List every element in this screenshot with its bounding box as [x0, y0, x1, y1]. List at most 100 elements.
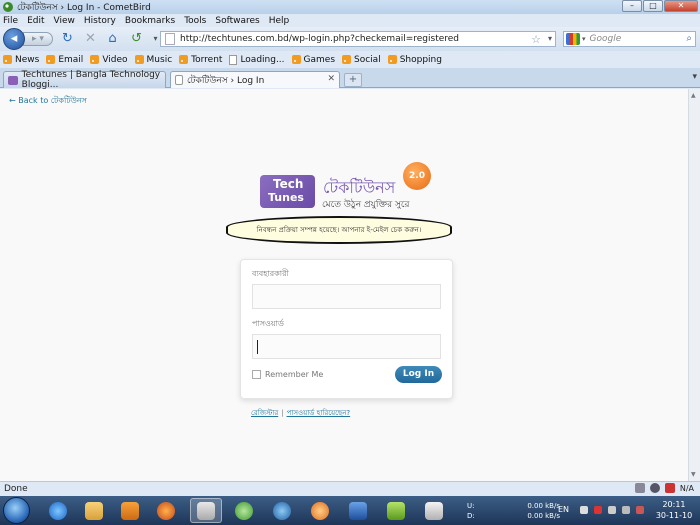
language-indicator[interactable]: EN — [558, 505, 569, 514]
bookmark-email[interactable]: Email — [46, 55, 83, 65]
back-to-site-link[interactable]: ← Back to টেকটিউনস — [9, 95, 87, 108]
bookmark-news[interactable]: News — [3, 55, 39, 65]
menu-file[interactable]: File — [3, 16, 18, 26]
minimize-button[interactable]: – — [622, 0, 642, 12]
search-placeholder[interactable]: Google — [590, 34, 622, 44]
back-button[interactable]: ◂ — [3, 28, 25, 50]
upload-label: U: — [467, 502, 475, 510]
google-icon[interactable] — [566, 33, 580, 45]
rss-icon — [291, 55, 301, 64]
bookmark-games[interactable]: Games — [291, 55, 335, 65]
menu-tools[interactable]: Tools — [184, 16, 206, 26]
bookmark-label: Email — [58, 54, 84, 65]
tab-strip: Techtunes | Bangla Technology Bloggi... … — [0, 68, 700, 90]
login-button[interactable]: Log In — [395, 366, 442, 383]
bookmark-video[interactable]: Video — [90, 54, 128, 65]
app-icon — [311, 501, 329, 520]
tray-app-icon[interactable] — [636, 506, 644, 514]
stop-icon[interactable]: ✕ — [83, 31, 98, 46]
new-tab-button[interactable]: + — [344, 73, 362, 87]
media-player-icon — [121, 501, 139, 520]
app-icon — [387, 501, 405, 520]
taskbar-chrome[interactable] — [228, 498, 260, 523]
bookmark-music[interactable]: Music — [134, 55, 172, 65]
logo-tech-text: Tech — [273, 177, 304, 191]
tray-network-icon[interactable] — [608, 506, 616, 514]
login-nav-links: রেজিস্টার | পাসওয়ার্ড হারিয়েছেন? — [251, 407, 350, 419]
list-all-tabs-icon[interactable]: ▾ — [692, 72, 697, 82]
home-icon[interactable]: ⌂ — [105, 31, 120, 46]
network-labels: U: D: — [467, 501, 475, 521]
taskbar-word[interactable] — [342, 498, 374, 523]
menu-help[interactable]: Help — [269, 16, 290, 26]
url-bar[interactable]: http://techtunes.com.bd/wp-login.php?che… — [160, 31, 556, 47]
close-button[interactable]: ✕ — [664, 0, 698, 12]
maximize-button[interactable]: □ — [643, 0, 663, 12]
taskbar-explorer[interactable] — [78, 498, 110, 523]
addon-icon[interactable] — [649, 483, 660, 493]
bookmark-social[interactable]: Social — [342, 55, 381, 65]
search-icon[interactable]: ⌕ — [686, 33, 692, 44]
menu-softwares[interactable]: Softwares — [215, 16, 259, 26]
browser-icon — [235, 501, 253, 520]
search-engine-dropdown-icon[interactable]: ▾ — [582, 35, 586, 43]
menu-edit[interactable]: Edit — [27, 16, 44, 26]
url-dropdown-icon[interactable]: ▾ — [548, 34, 552, 43]
scroll-down-icon[interactable]: ▼ — [691, 471, 696, 478]
cometbird-icon — [3, 2, 13, 12]
windows-taskbar: U: D: 0.00 kB/s 0.00 kB/s EN 20:11 30-11… — [0, 496, 700, 525]
bookmark-label: Shopping — [399, 54, 442, 65]
menu-view[interactable]: View — [54, 16, 75, 26]
tray-arrow-icon[interactable] — [580, 506, 588, 514]
bookmark-torrent[interactable]: Torrent — [179, 55, 222, 65]
status-bar: Done N/A — [0, 481, 700, 495]
taskbar-downloader[interactable] — [266, 498, 298, 523]
url-text[interactable]: http://techtunes.com.bd/wp-login.php?che… — [180, 34, 459, 44]
menu-history[interactable]: History — [84, 16, 116, 26]
username-label: ব্যবহারকারী — [252, 269, 289, 278]
page-icon — [165, 33, 175, 45]
taskbar-app-green[interactable] — [380, 498, 412, 523]
taskbar-paint[interactable] — [418, 498, 450, 523]
close-tab-icon[interactable]: ✕ — [327, 74, 335, 84]
forward-button[interactable]: ▸ ▾ — [23, 32, 53, 46]
tray-flag-icon[interactable] — [594, 506, 602, 514]
taskbar-app-orange[interactable] — [304, 498, 336, 523]
cometbird-icon — [197, 501, 215, 520]
taskbar-firefox[interactable] — [150, 498, 182, 523]
username-input[interactable] — [252, 284, 441, 309]
loop-icon[interactable]: ↺ — [129, 31, 144, 46]
status-text: Done — [4, 483, 28, 494]
lost-password-link[interactable]: পাসওয়ার্ড হারিয়েছেন? — [287, 409, 351, 417]
scroll-up-icon[interactable]: ▲ — [691, 92, 696, 99]
tray-volume-icon[interactable] — [622, 506, 630, 514]
bookmark-star-icon[interactable]: ☆ — [531, 33, 541, 46]
window-title: টেকটিউনস › Log In - CometBird — [17, 2, 151, 13]
status-indicator: N/A — [679, 483, 694, 493]
bookmark-label: Video — [102, 54, 128, 65]
tag-icon[interactable] — [634, 483, 645, 493]
vertical-scrollbar[interactable]: ▲ ▼ — [688, 89, 700, 481]
tab-techtunes-home[interactable]: Techtunes | Bangla Technology Bloggi... — [3, 70, 166, 90]
password-input[interactable] — [252, 334, 441, 359]
menu-bookmarks[interactable]: Bookmarks — [125, 16, 175, 26]
reload-icon[interactable]: ↻ — [60, 31, 75, 46]
status-indicators: N/A — [634, 483, 694, 493]
register-link[interactable]: রেজিস্টার — [251, 409, 278, 417]
techtunes-logo[interactable]: Tech Tunes টেকটিউনস মেতে উঠুন প্রযুক্তির… — [260, 162, 460, 211]
clock[interactable]: 20:11 30-11-10 — [654, 499, 694, 521]
remember-me-checkbox[interactable] — [252, 370, 261, 379]
taskbar-internet-explorer[interactable] — [42, 498, 74, 523]
search-box[interactable]: ▾ Google ⌕ — [563, 31, 696, 47]
start-button[interactable] — [3, 497, 30, 524]
taskbar-media-player[interactable] — [114, 498, 146, 523]
security-icon[interactable] — [664, 483, 675, 493]
logo-tunes-text: Tunes — [268, 191, 304, 204]
tab-login[interactable]: টেকটিউনস › Log In ✕ — [170, 71, 340, 88]
title-bar: টেকটিউনস › Log In - CometBird – □ ✕ — [0, 0, 700, 14]
taskbar-cometbird[interactable] — [190, 498, 222, 523]
bookmark-shopping[interactable]: Shopping — [387, 54, 442, 65]
bookmark-loading[interactable]: Loading... — [229, 54, 285, 65]
remember-me[interactable]: Remember Me — [252, 370, 323, 379]
network-speeds: 0.00 kB/s 0.00 kB/s — [514, 501, 560, 521]
